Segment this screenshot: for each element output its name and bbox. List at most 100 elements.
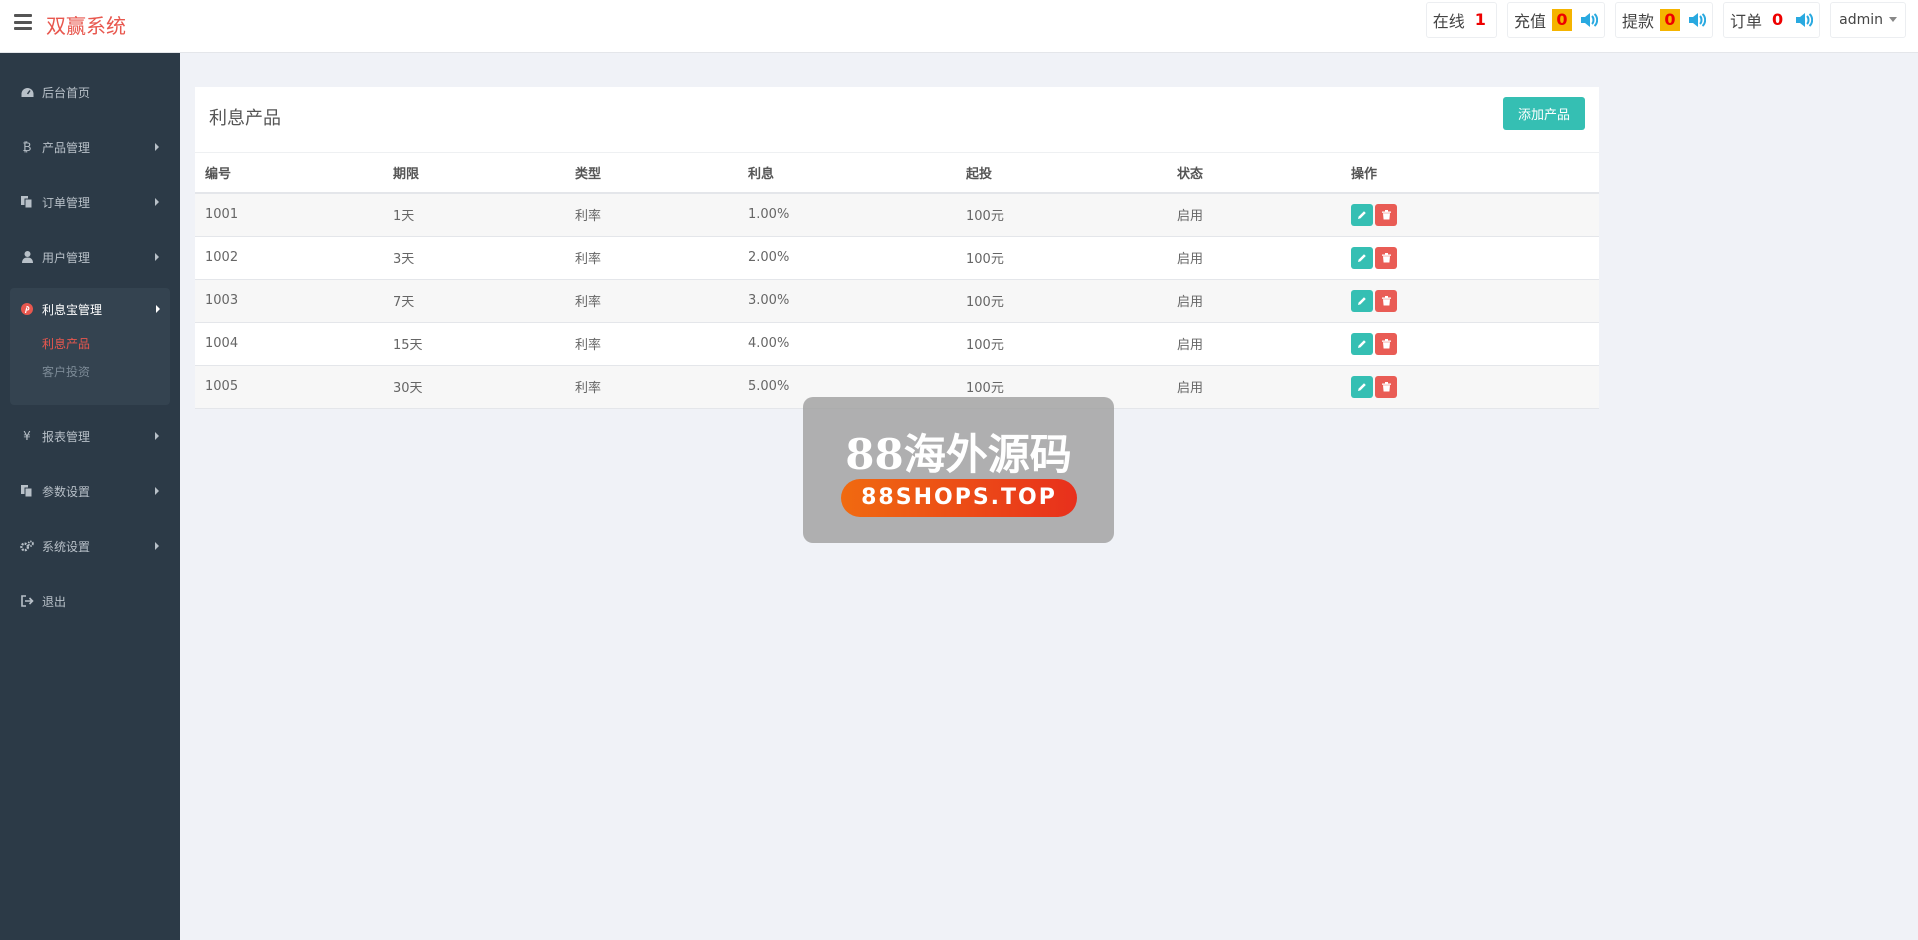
cell-term: 3天 [383,236,565,280]
cell-term: 7天 [383,279,565,323]
delete-button[interactable] [1375,289,1397,312]
sidebar-item-reports[interactable]: ¥ 报表管理 [0,417,180,455]
watermark-url: 88SHOPS.TOP [841,479,1077,517]
chevron-right-icon [155,432,159,440]
table-row: 1003 7天 利率 3.00% 100元 启用 [195,279,1599,323]
column-header-status: 状态 [1167,153,1341,194]
stat-withdraw[interactable]: 提款 0 [1614,1,1713,38]
speaker-icon[interactable] [1795,12,1814,28]
column-header-interest: 利息 [738,153,956,194]
chevron-right-icon [155,198,159,206]
edit-button[interactable] [1351,375,1373,398]
cell-status: 启用 [1167,236,1341,280]
top-bar: 双赢系统 在线 1 充值 0 提款 0 订单 0 admin [0,0,1918,53]
pencil-icon [1358,382,1366,391]
menu-toggle-icon[interactable] [14,14,32,30]
stat-value: 0 [1551,8,1572,31]
page-title: 利息产品 [209,108,281,129]
delete-button[interactable] [1375,332,1397,355]
chevron-right-icon [155,253,159,261]
dashboard-icon [20,85,34,99]
column-header-actions: 操作 [1341,153,1599,194]
cell-status: 启用 [1167,279,1341,323]
stat-value: 1 [1474,10,1486,29]
sidebar-item-users[interactable]: 用户管理 [0,238,180,276]
stat-recharge[interactable]: 充值 0 [1506,1,1605,38]
submenu-item-customer-invest[interactable]: 客户投资 [42,363,90,380]
watermark-title: 88海外源码 [845,430,1072,479]
user-menu[interactable]: admin [1830,1,1906,38]
add-product-button[interactable]: 添加产品 [1503,97,1585,130]
cell-status: 启用 [1167,322,1341,366]
pencil-icon [1358,296,1366,305]
cell-status: 启用 [1167,193,1341,237]
trash-icon [1381,338,1391,348]
delete-button[interactable] [1375,203,1397,226]
sidebar-item-orders[interactable]: 订单管理 [0,183,180,221]
edit-button[interactable] [1351,246,1373,269]
cell-term: 30天 [383,365,565,409]
delete-button[interactable] [1375,375,1397,398]
cogs-icon [20,539,34,553]
table-row: 1002 3天 利率 2.00% 100元 启用 [195,236,1599,280]
edit-button[interactable] [1351,289,1373,312]
delete-button[interactable] [1375,246,1397,269]
pinterest-icon [20,302,34,316]
submenu-item-interest-products[interactable]: 利息产品 [42,335,90,352]
speaker-icon[interactable] [1580,12,1598,28]
cell-interest: 1.00% [738,193,956,237]
stat-value: 0 [1771,10,1784,29]
sidebar-item-logout[interactable]: 退出 [0,582,180,620]
cell-type: 利率 [565,236,738,280]
speaker-icon[interactable] [1688,12,1706,28]
pencil-icon [1358,210,1366,219]
sidebar-item-params[interactable]: 参数设置 [0,472,180,510]
stat-online[interactable]: 在线 1 [1425,1,1497,38]
sign-out-icon [20,594,34,608]
sidebar-item-label: 参数设置 [42,484,91,499]
sidebar-item-label: 用户管理 [42,250,91,265]
sidebar-item-label: 后台首页 [42,85,91,100]
table-row: 1004 15天 利率 4.00% 100元 启用 [195,322,1599,366]
cell-actions [1341,193,1599,237]
trash-icon [1381,252,1391,262]
pencil-icon [1358,339,1366,348]
table-row: 1001 1天 利率 1.00% 100元 启用 [195,193,1599,237]
cell-interest: 4.00% [738,322,956,366]
sidebar-item-label: 退出 [42,594,67,609]
cell-status: 启用 [1167,365,1341,409]
yen-icon: ¥ [23,429,31,443]
chevron-right-icon [156,305,160,313]
cell-interest: 2.00% [738,236,956,280]
chevron-right-icon [155,143,159,151]
cell-actions [1341,236,1599,280]
edit-button[interactable] [1351,332,1373,355]
cell-actions [1341,279,1599,323]
sidebar-item-label: 利息宝管理 [42,302,103,317]
cell-id: 1001 [195,193,383,237]
sidebar-group-interest: 利息宝管理 利息产品 客户投资 [10,288,170,405]
column-header-min-invest: 起投 [956,153,1167,194]
cell-term: 15天 [383,322,565,366]
sidebar-item-label: 产品管理 [42,140,91,155]
sidebar-item-interest[interactable]: 利息宝管理 [10,290,170,328]
brand-title: 双赢系统 [46,14,126,38]
chevron-right-icon [155,542,159,550]
cell-type: 利率 [565,193,738,237]
sidebar-item-system[interactable]: 系统设置 [0,527,180,565]
pencil-icon [1358,253,1366,262]
copy-icon [20,195,34,209]
cell-min-invest: 100元 [956,193,1167,237]
sidebar-item-dashboard[interactable]: 后台首页 [0,73,180,111]
edit-button[interactable] [1351,203,1373,226]
sidebar-item-label: 订单管理 [42,195,91,210]
cell-min-invest: 100元 [956,322,1167,366]
stat-orders[interactable]: 订单 0 [1722,1,1821,38]
column-header-id: 编号 [195,153,383,194]
sidebar-item-products[interactable]: ₿ 产品管理 [0,128,180,166]
trash-icon [1381,295,1391,305]
stat-label: 提款 [1621,11,1654,31]
column-header-type: 类型 [565,153,738,194]
stat-value: 0 [1659,8,1680,31]
column-header-term: 期限 [383,153,565,194]
